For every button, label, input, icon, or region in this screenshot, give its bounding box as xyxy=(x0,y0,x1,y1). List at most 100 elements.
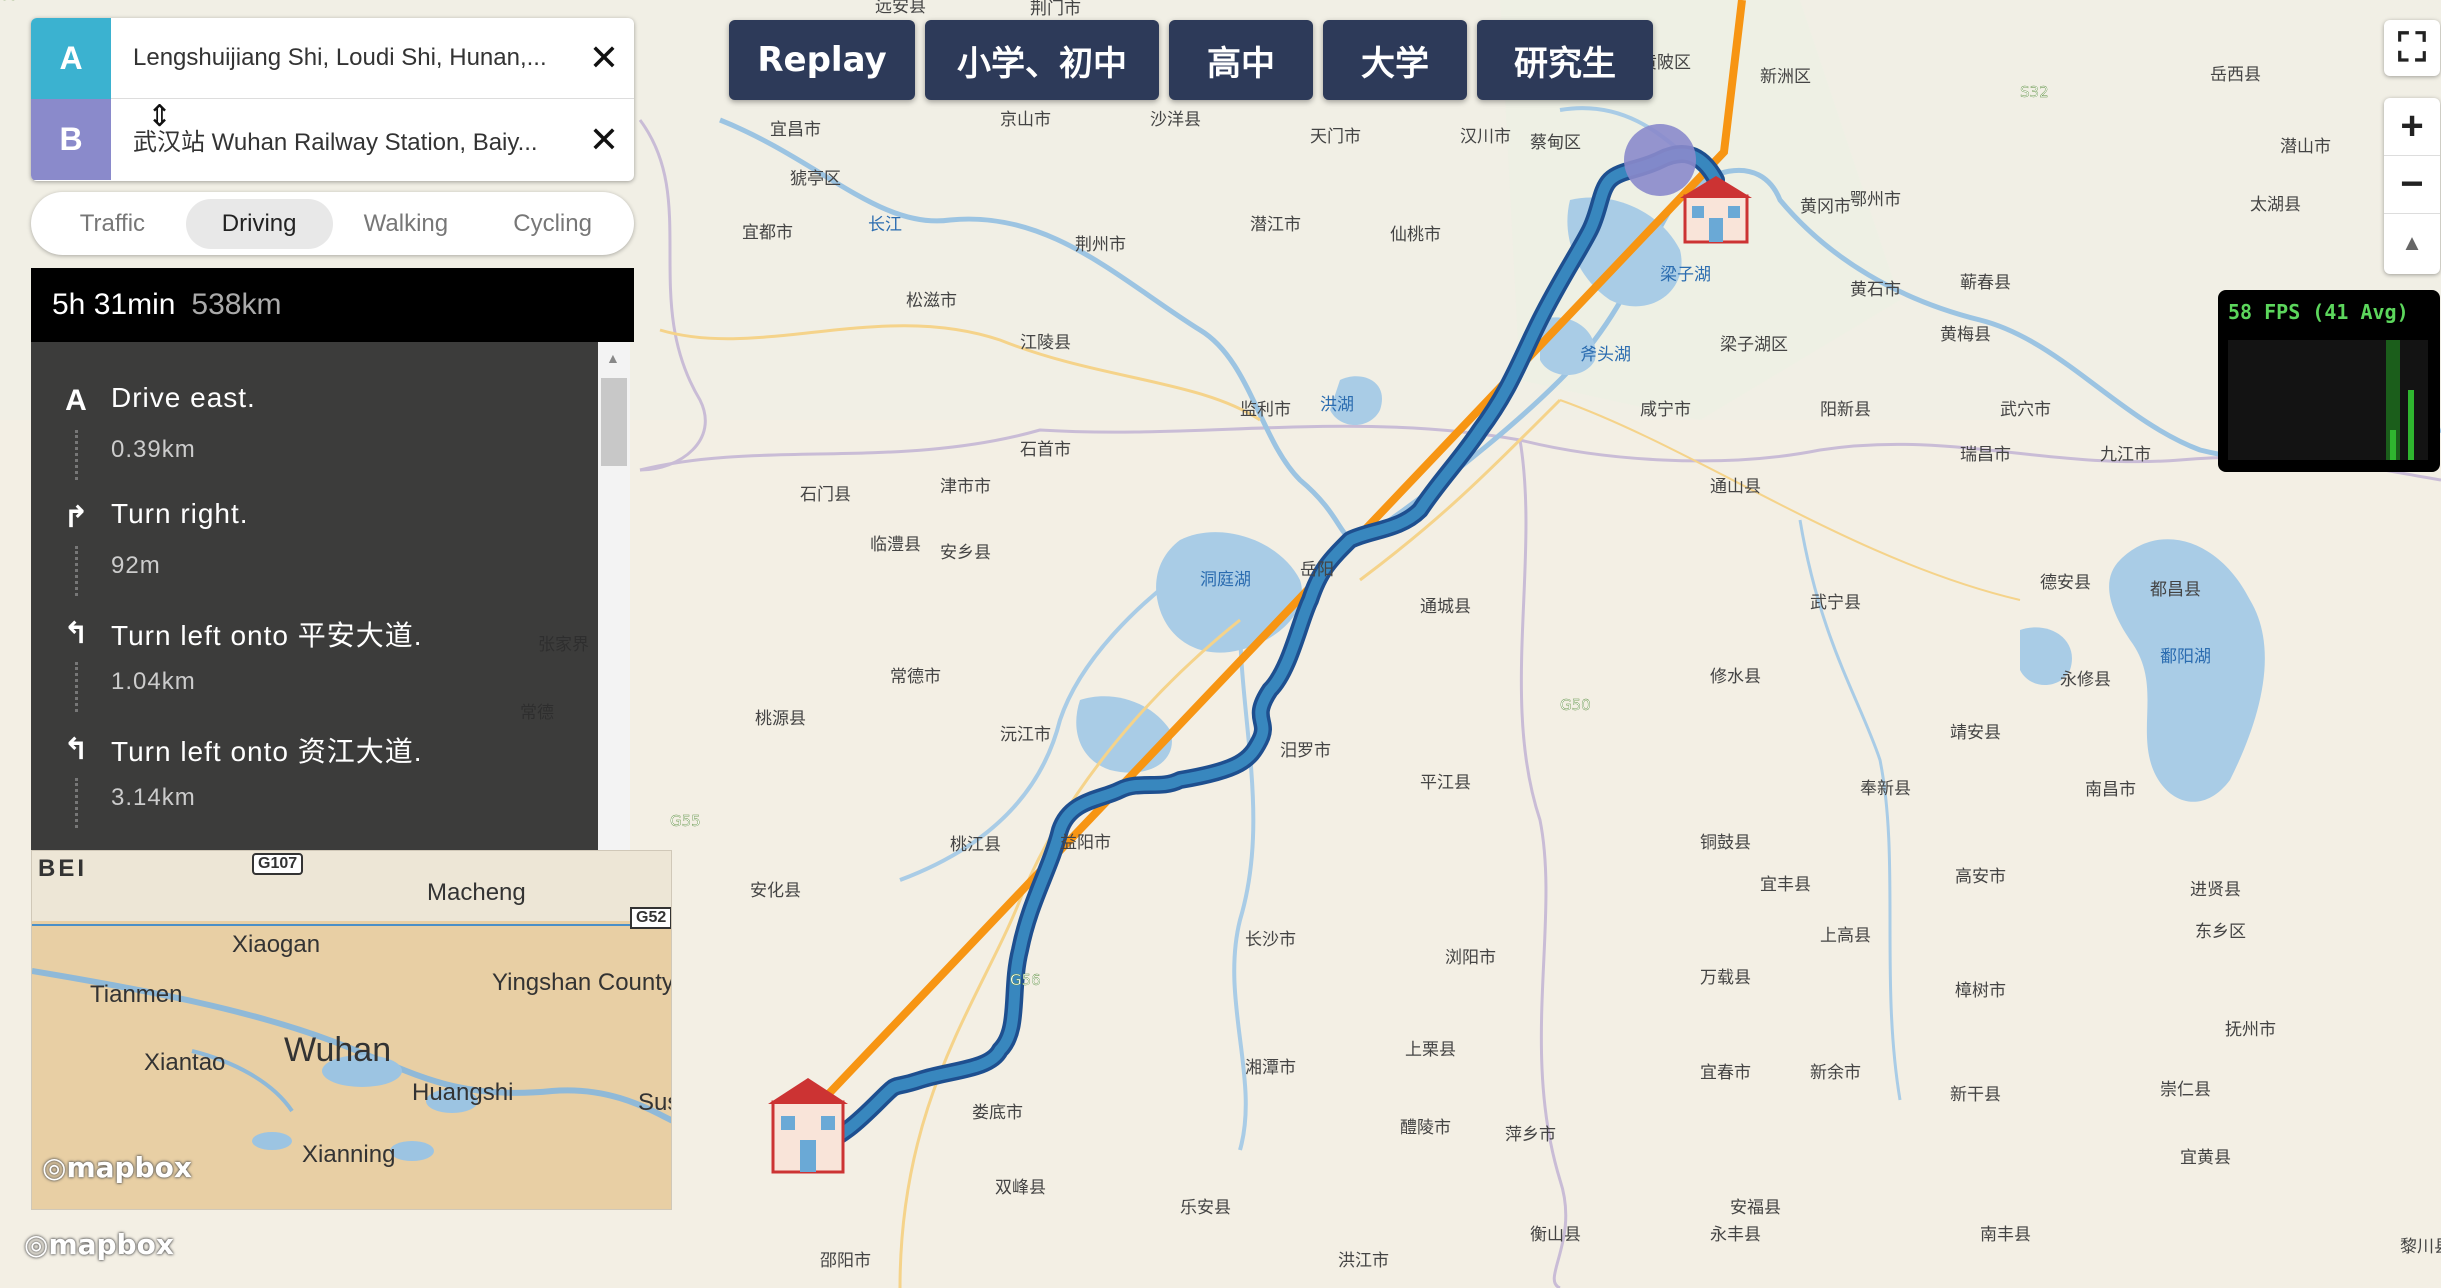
map-place-label: 进贤县 xyxy=(2190,880,2241,900)
map-place-label: 潜江市 xyxy=(1250,215,1301,235)
route-step[interactable]: ↰ Turn left onto 平安大道. 1.04km xyxy=(31,574,598,712)
mapbox-logo[interactable]: ◎mapbox xyxy=(42,1151,192,1184)
map-place-label: 岳阳 xyxy=(1300,560,1334,580)
fullscreen-icon[interactable]: ⛶ xyxy=(2384,20,2440,76)
turn-left-icon: ↰ xyxy=(63,733,89,766)
route-step[interactable]: ↱ Turn right. 92m xyxy=(31,458,598,596)
minimap[interactable]: BEI G107 Macheng G52 Xiaogan Yingshan Co… xyxy=(31,850,672,1210)
map-place-label: 上栗县 xyxy=(1405,1040,1456,1060)
map-place-label: 萍乡市 xyxy=(1505,1125,1556,1145)
route-summary: 5h 31min 538km xyxy=(31,268,634,342)
map-place-label: 南丰县 xyxy=(1980,1225,2031,1245)
map-place-label: 樟树市 xyxy=(1955,981,2006,1001)
map-place-label: 南昌市 xyxy=(2085,780,2136,800)
minimap-label: Yingshan County xyxy=(492,969,672,996)
minimap-label: Xianning xyxy=(302,1141,396,1168)
fps-text: 58 FPS (41 Avg) xyxy=(2228,300,2409,324)
scroll-up-icon[interactable]: ▲ xyxy=(606,350,620,366)
route-duration: 5h 31min xyxy=(52,288,176,321)
origin-letter: A xyxy=(31,18,111,99)
map-place-label: 抚州市 xyxy=(2225,1020,2276,1040)
map-place-label: 益阳市 xyxy=(1060,833,1111,853)
destination-row[interactable]: B 武汉站 Wuhan Railway Station, Baiy... ✕ xyxy=(31,99,634,180)
step-instruction: Drive east. xyxy=(111,382,256,413)
origin-input[interactable]: Lengshuijiang Shi, Loudi Shi, Hunan,... xyxy=(111,44,574,72)
map-place-label: 蔡甸区 xyxy=(1530,133,1581,153)
map-place-label: 荆门市 xyxy=(1030,0,1081,19)
map-place-label: 太湖县 xyxy=(2250,195,2301,215)
clear-destination-icon[interactable]: ✕ xyxy=(574,99,634,180)
map-place-label: 沙洋县 xyxy=(1150,110,1201,130)
map-place-label: 宜春市 xyxy=(1700,1063,1751,1083)
map-place-label: 黎川县 xyxy=(2400,1237,2441,1257)
route-step[interactable]: A Drive east. 0.39km xyxy=(31,342,598,480)
university-button[interactable]: 大学 xyxy=(1323,20,1467,100)
minimap-label: Sus xyxy=(638,1089,671,1116)
profile-traffic[interactable]: Traffic xyxy=(39,199,186,249)
map-place-label: 桃源县 xyxy=(755,709,806,729)
fps-meter: 58 FPS (41 Avg) xyxy=(2218,290,2440,472)
zoom-in-icon[interactable]: + xyxy=(2384,98,2440,156)
map-place-label: 潜山市 xyxy=(2280,137,2331,157)
map-place-label: 监利市 xyxy=(1240,400,1291,420)
profile-driving[interactable]: Driving xyxy=(185,198,333,249)
map-place-label: 松滋市 xyxy=(906,291,957,311)
destination-letter: B xyxy=(31,99,111,180)
map-place-label: 东乡区 xyxy=(2195,922,2246,942)
map-place-label: 江陵县 xyxy=(1020,333,1071,353)
map-place-label: 通城县 xyxy=(1420,597,1471,617)
map-place-label: 岳西县 xyxy=(2210,65,2261,85)
fps-graph xyxy=(2228,340,2428,460)
map-place-label: 平江县 xyxy=(1420,773,1471,793)
map-place-label: 武穴市 xyxy=(2000,400,2051,420)
zoom-out-icon[interactable]: − xyxy=(2384,156,2440,214)
map-place-label: 永修县 xyxy=(2060,670,2111,690)
map-place-label: S32 xyxy=(2020,83,2049,101)
origin-row[interactable]: A Lengshuijiang Shi, Loudi Shi, Hunan,..… xyxy=(31,18,634,99)
map-place-label: 衡山县 xyxy=(1530,1225,1581,1245)
map-place-label: 斧头湖 xyxy=(1580,345,1631,365)
swap-icon[interactable]: ⇕ xyxy=(147,102,172,132)
map-place-label: 汨罗市 xyxy=(1280,741,1331,761)
minimap-label: Huangshi xyxy=(412,1079,514,1106)
map-place-label: 湘潭市 xyxy=(1245,1058,1296,1078)
map-place-label: 新余市 xyxy=(1810,1063,1861,1083)
map-place-label: 高安市 xyxy=(1955,867,2006,887)
graduate-button[interactable]: 研究生 xyxy=(1477,20,1653,100)
mapbox-logo[interactable]: ◎mapbox xyxy=(24,1228,174,1261)
map-place-label: 通山县 xyxy=(1710,477,1761,497)
turn-left-icon: ↰ xyxy=(63,617,89,650)
map-place-label: 桃江县 xyxy=(950,835,1001,855)
step-length: 3.14km xyxy=(111,784,196,811)
scroll-thumb[interactable] xyxy=(601,378,627,466)
profile-walking[interactable]: Walking xyxy=(333,199,480,249)
map-place-label: 宜昌市 xyxy=(770,120,821,140)
map-place-label: 宜都市 xyxy=(742,223,793,243)
profile-cycling[interactable]: Cycling xyxy=(479,199,626,249)
map-place-label: 远安县 xyxy=(875,0,926,17)
map-place-label: 永丰县 xyxy=(1710,1225,1761,1245)
map-place-label: 邵阳市 xyxy=(820,1251,871,1271)
map-place-label: 洞庭湖 xyxy=(1200,570,1251,590)
map-place-label: 德安县 xyxy=(2040,573,2091,593)
map-place-label: 临澧县 xyxy=(870,535,921,555)
map-place-label: S5 xyxy=(0,0,19,4)
clear-origin-icon[interactable]: ✕ xyxy=(574,18,634,99)
steps-scrollbar[interactable]: ▲ xyxy=(598,342,630,852)
map-place-label: 安福县 xyxy=(1730,1198,1781,1218)
map-place-label: 梁子湖 xyxy=(1660,265,1711,285)
replay-button[interactable]: Replay xyxy=(729,20,915,100)
map-place-label: 长沙市 xyxy=(1245,930,1296,950)
top-button-bar: Replay 小学、初中 高中 大学 研究生 xyxy=(729,20,1653,100)
map-place-label: 石首市 xyxy=(1020,440,1071,460)
destination-input[interactable]: 武汉站 Wuhan Railway Station, Baiy... xyxy=(111,122,574,157)
route-step[interactable]: ↰ Turn left onto 资江大道. 3.14km xyxy=(31,690,598,828)
primary-middle-school-button[interactable]: 小学、初中 xyxy=(925,20,1159,100)
high-school-button[interactable]: 高中 xyxy=(1169,20,1313,100)
compass-icon[interactable]: ▲ xyxy=(2384,214,2440,272)
map-place-label: 都昌县 xyxy=(2150,580,2201,600)
map-place-label: 新洲区 xyxy=(1760,67,1811,87)
map-place-label: 乐安县 xyxy=(1180,1198,1231,1218)
map-place-label: 新干县 xyxy=(1950,1085,2001,1105)
step-instruction: Turn left onto 资江大道. xyxy=(111,736,423,767)
